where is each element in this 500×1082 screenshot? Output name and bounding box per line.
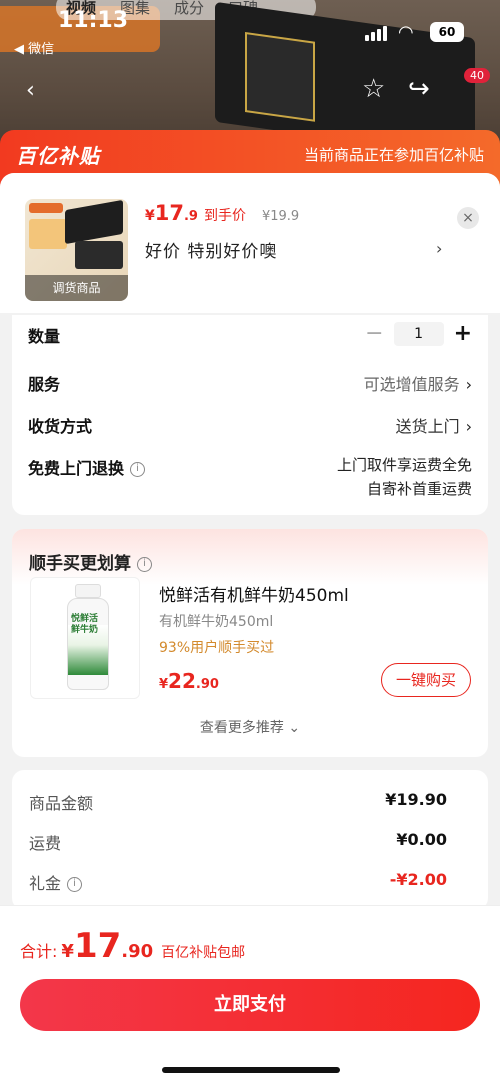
info-icon[interactable]: i bbox=[137, 556, 152, 572]
pay-now-button[interactable]: 立即支付 bbox=[20, 979, 480, 1031]
service-value[interactable]: 可选增值服务 › bbox=[364, 371, 472, 395]
price-summary: 商品金额 ¥19.90 运费 ¥0.00 礼金 i -¥2.00 bbox=[12, 770, 488, 910]
service-label: 服务 bbox=[28, 375, 61, 394]
chevron-right-icon[interactable]: › bbox=[436, 239, 442, 258]
summary-row-shipping: 运费 ¥0.00 bbox=[29, 830, 447, 854]
reco-bought-rate: 93%用户顺手买过 bbox=[159, 640, 275, 656]
back-to-wechat[interactable]: ◀ 微信 bbox=[14, 38, 54, 57]
product-slogan[interactable]: 好价 特别好价噢 bbox=[145, 237, 277, 262]
signal-icon bbox=[365, 26, 387, 41]
more-recommendations-link[interactable]: 查看更多推荐 ⌄ bbox=[12, 717, 488, 737]
total-label: 合计: bbox=[20, 942, 58, 961]
summary-label: 礼金 i bbox=[29, 874, 83, 893]
summary-row-goods: 商品金额 ¥19.90 bbox=[29, 790, 447, 814]
summary-label: 商品金额 bbox=[29, 794, 94, 813]
wifi-icon: ◠ bbox=[398, 22, 414, 43]
delivery-row[interactable]: 收货方式 送货上门 › bbox=[28, 413, 472, 437]
quantity-stepper[interactable]: − 1 + bbox=[365, 321, 472, 346]
total-note: 百亿补贴包邮 bbox=[161, 945, 246, 961]
summary-value: -¥2.00 bbox=[389, 870, 447, 889]
info-icon[interactable]: i bbox=[130, 462, 146, 477]
delivery-value[interactable]: 送货上门 › bbox=[396, 413, 472, 437]
total-price: 合计: ¥ 17 .90 百亿补贴包邮 bbox=[20, 926, 246, 966]
subsidy-note: 当前商品正在参加百亿补贴 bbox=[303, 146, 484, 164]
recommendation-title: 顺手买更划算 i bbox=[29, 549, 152, 574]
status-bar: 11:13 ◀ 微信 ◠ 60 bbox=[0, 0, 500, 57]
return-label: 免费上门退换 i bbox=[28, 459, 146, 478]
return-row: 免费上门退换 i 上门取件享运费全免 自寄补首重运费 bbox=[28, 455, 472, 498]
reco-price: ¥22.90 bbox=[159, 669, 219, 693]
bottle-label: 悦鲜活 鲜牛奶 bbox=[71, 614, 99, 635]
chevron-left-icon[interactable]: ‹ bbox=[26, 78, 35, 103]
delivery-label: 收货方式 bbox=[28, 417, 93, 436]
share-icon[interactable]: ↪ bbox=[408, 74, 430, 104]
product-thumbnail[interactable]: 调货商品 bbox=[25, 199, 128, 301]
subsidy-logo: 百亿补贴 bbox=[16, 144, 100, 168]
price-tag: 到手价 bbox=[203, 208, 246, 224]
final-price: ¥17.9 bbox=[145, 201, 198, 225]
price-row: ¥17.9 到手价 ¥19.9 bbox=[145, 201, 299, 225]
cart-badge: 40 bbox=[464, 68, 490, 83]
milk-bottle-image: 悦鲜活 鲜牛奶 bbox=[67, 584, 109, 690]
product-card: 调货商品 ¥17.9 到手价 ¥19.9 好价 特别好价噢 › × bbox=[0, 173, 500, 313]
close-button[interactable]: × bbox=[457, 207, 479, 229]
quantity-input[interactable]: 1 bbox=[393, 321, 444, 346]
home-indicator[interactable] bbox=[162, 1067, 340, 1073]
chevron-right-icon: › bbox=[465, 375, 472, 394]
chevron-right-icon: › bbox=[465, 417, 472, 436]
info-icon[interactable]: i bbox=[67, 877, 83, 892]
return-policy: 上门取件享运费全免 自寄补首重运费 bbox=[336, 456, 472, 498]
quantity-label: 数量 bbox=[28, 327, 61, 346]
thumb-caption: 调货商品 bbox=[25, 275, 128, 301]
summary-row-gift: 礼金 i -¥2.00 bbox=[29, 870, 447, 894]
recommendation-card: 顺手买更划算 i 悦鲜活 鲜牛奶 悦鲜活有机鲜牛奶450ml 有机鲜牛奶450ml… bbox=[12, 529, 488, 757]
battery-icon: 60 bbox=[430, 22, 464, 42]
reco-product-spec: 有机鲜牛奶450ml bbox=[159, 614, 274, 630]
status-time: 11:13 bbox=[58, 8, 129, 33]
original-price: ¥19.9 bbox=[261, 209, 300, 224]
order-options: 数量 − 1 + 服务 可选增值服务 › 收货方式 送货上门 › 免费上门退换 i 上… bbox=[12, 315, 488, 515]
summary-label: 运费 bbox=[29, 834, 62, 853]
quantity-row: 数量 − 1 + bbox=[28, 321, 472, 347]
summary-value: ¥0.00 bbox=[396, 830, 447, 849]
minus-button[interactable]: − bbox=[365, 321, 383, 346]
service-row[interactable]: 服务 可选增值服务 › bbox=[28, 371, 472, 395]
milk-product-image[interactable]: 悦鲜活 鲜牛奶 bbox=[30, 577, 140, 699]
star-icon[interactable]: ☆ bbox=[362, 74, 385, 104]
reco-product-name[interactable]: 悦鲜活有机鲜牛奶450ml bbox=[159, 581, 349, 606]
checkout-footer: 合计: ¥ 17 .90 百亿补贴包邮 立即支付 bbox=[0, 905, 500, 1082]
plus-button[interactable]: + bbox=[454, 321, 472, 346]
one-click-buy-button[interactable]: 一键购买 bbox=[381, 663, 471, 697]
summary-value: ¥19.90 bbox=[385, 790, 447, 809]
